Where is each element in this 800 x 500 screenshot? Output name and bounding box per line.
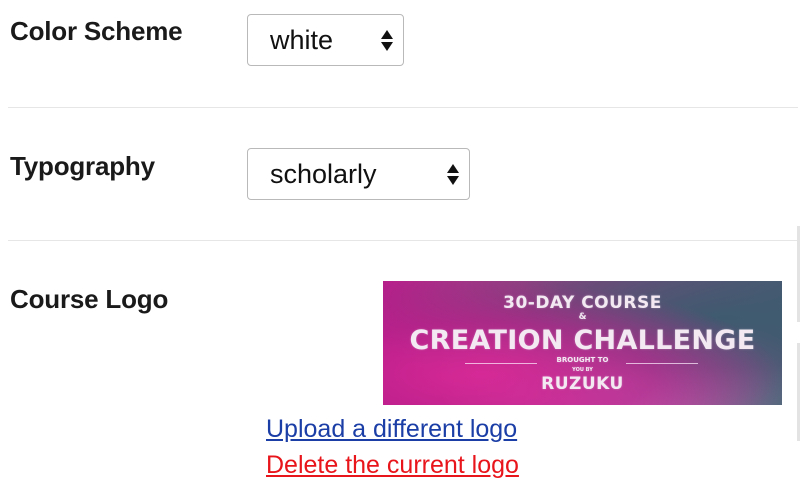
logo-text-line5: YOU BY bbox=[572, 367, 593, 373]
logo-text-line6: RUZUKU bbox=[541, 374, 624, 394]
color-scheme-select[interactable]: white bbox=[247, 14, 404, 66]
delete-logo-link[interactable]: Delete the current logo bbox=[266, 451, 519, 480]
typography-select[interactable]: scholarly bbox=[247, 148, 470, 200]
select-arrows-icon bbox=[437, 163, 469, 185]
divider bbox=[8, 240, 798, 241]
typography-value: scholarly bbox=[270, 158, 377, 189]
logo-text-line4: BROUGHT TO bbox=[556, 356, 609, 364]
logo-text-line3: CREATION CHALLENGE bbox=[409, 325, 756, 356]
select-arrows-icon bbox=[371, 29, 403, 51]
course-logo-label: Course Logo bbox=[10, 284, 169, 314]
upload-logo-link[interactable]: Upload a different logo bbox=[266, 415, 517, 444]
logo-text-line2: & bbox=[578, 312, 587, 322]
divider bbox=[8, 107, 798, 108]
color-scheme-label: Color Scheme bbox=[10, 16, 183, 46]
color-scheme-value: white bbox=[270, 24, 334, 55]
course-settings-panel: Color Scheme white Typography scholarly … bbox=[0, 0, 800, 500]
logo-text-line1: 30-DAY COURSE bbox=[503, 293, 662, 313]
logo-rule-right bbox=[626, 363, 698, 364]
course-logo-image: 30-DAY COURSE & CREATION CHALLENGE BROUG… bbox=[383, 281, 782, 405]
typography-label: Typography bbox=[10, 151, 155, 181]
